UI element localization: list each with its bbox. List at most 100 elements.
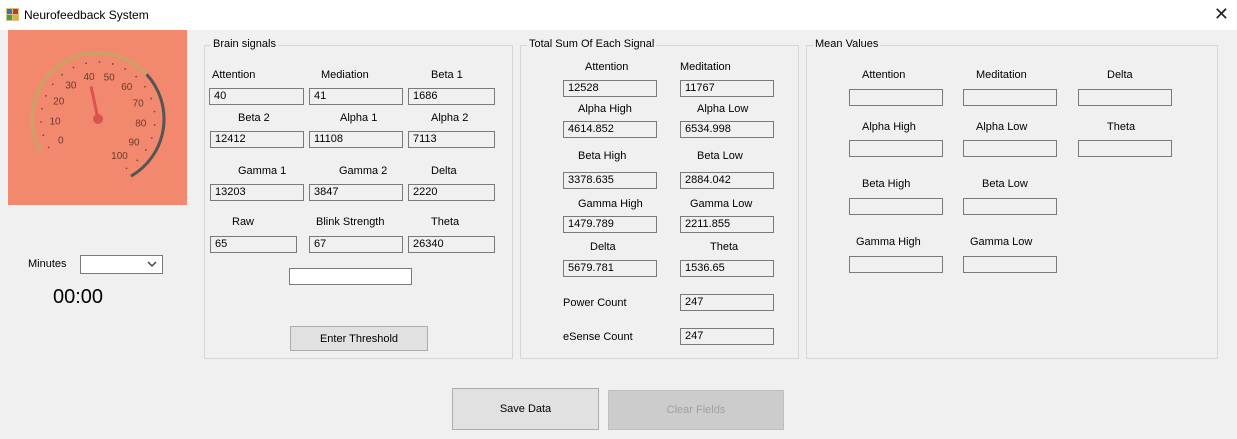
total-label-alpha-high: Alpha High [578,103,632,115]
brain-label-beta2: Beta 2 [238,112,270,124]
total-label-gamma-low: Gamma Low [690,198,753,210]
mean-field-meditation[interactable] [963,89,1057,106]
total-field-gamma-high[interactable]: 1479.789 [563,216,657,233]
gauge-tick-label: 30 [65,81,77,92]
total-field-attention[interactable]: 12528 [563,80,657,97]
minutes-dropdown[interactable] [80,255,163,274]
gauge-tick [51,83,54,86]
attention-gauge: 0 10 20 30 40 50 60 70 80 90 100 [8,30,187,205]
mean-field-gamma-low[interactable] [963,256,1057,273]
gauge-tick [45,94,47,97]
total-field-gamma-low[interactable]: 2211.855 [680,216,774,233]
gauge-tick [144,149,147,151]
total-label-theta: Theta [710,241,739,253]
gauge-tick [98,61,101,63]
brain-label-attention: Attention [212,69,256,81]
gauge-tick [150,97,153,100]
mean-field-attention[interactable] [849,89,943,106]
mean-field-gamma-high[interactable] [849,256,943,273]
mean-label-beta-low: Beta Low [982,178,1028,190]
chevron-down-icon[interactable] [145,257,159,272]
brain-field-delta[interactable]: 2220 [408,184,495,201]
brain-label-raw: Raw [232,216,255,228]
brain-field-attention[interactable]: 40 [209,88,304,105]
total-field-alpha-low[interactable]: 6534.998 [680,121,774,138]
close-icon[interactable]: ✕ [1214,4,1229,24]
total-field-delta[interactable]: 5679.781 [563,260,657,277]
gauge-tick [41,107,43,110]
brain-field-alpha1[interactable]: 11108 [309,131,403,148]
gauge-tick [150,137,153,139]
mean-label-gamma-low: Gamma Low [970,236,1033,248]
mean-label-delta: Delta [1107,69,1133,81]
total-field-beta-high[interactable]: 3378.635 [563,172,657,189]
threshold-input[interactable] [289,268,412,285]
timer-display: 00:00 [53,286,104,308]
mean-field-alpha-high[interactable] [849,140,943,157]
brain-field-raw[interactable]: 65 [210,236,297,253]
app-icon [6,8,19,21]
brain-field-alpha2[interactable]: 7113 [408,131,495,148]
mean-label-theta: Theta [1107,121,1136,133]
mean-label-meditation: Meditation [976,69,1027,81]
brain-label-blink-strength: Blink Strength [316,216,385,228]
total-label-gamma-high: Gamma High [578,198,643,210]
mean-field-beta-high[interactable] [849,198,943,215]
gauge-tick-label: 50 [104,72,116,83]
gauge-tick-label: 20 [53,97,65,108]
gauge-tick [42,134,45,137]
gauge-tick [153,110,156,113]
minutes-label: Minutes [28,258,67,270]
mean-field-delta[interactable] [1078,89,1172,106]
total-label-beta-low: Beta Low [697,150,743,162]
gauge-tick-label: 60 [121,82,133,93]
brain-label-alpha2: Alpha 2 [431,112,469,124]
mean-label-alpha-low: Alpha Low [976,121,1028,133]
total-label-alpha-low: Alpha Low [697,103,749,115]
mean-label-attention: Attention [862,69,906,81]
gauge-tick-label: 90 [129,137,141,148]
mean-field-alpha-low[interactable] [963,140,1057,157]
brain-field-mediation[interactable]: 41 [309,88,403,105]
total-field-alpha-high[interactable]: 4614.852 [563,121,657,138]
brain-label-alpha1: Alpha 1 [340,112,378,124]
gauge-tick [47,146,50,149]
mean-label-gamma-high: Gamma High [856,236,921,248]
power-count-field[interactable]: 247 [680,294,774,311]
gauge-tick [125,167,128,170]
total-field-meditation[interactable]: 11767 [680,80,774,97]
brain-label-mediation: Mediation [321,69,369,81]
gauge-tick [136,159,139,162]
clear-fields-button[interactable]: Clear Fields [608,390,784,430]
esense-count-field[interactable]: 247 [680,328,774,345]
gauge-tick [153,124,156,126]
gauge-tick-label: 80 [135,118,147,129]
enter-threshold-button[interactable]: Enter Threshold [290,326,428,351]
gauge-tick [85,62,88,65]
save-data-button[interactable]: Save Data [452,388,599,430]
total-label-beta-high: Beta High [578,150,627,162]
title-bar: Neurofeedback System ✕ [0,0,1237,30]
mean-field-theta[interactable] [1078,140,1172,157]
mean-values-title: Mean Values [813,38,881,50]
esense-count-label: eSense Count [563,331,633,343]
mean-field-beta-low[interactable] [963,198,1057,215]
gauge-tick [72,66,75,69]
gauge-tick [124,68,127,70]
brain-field-gamma1[interactable]: 13203 [210,184,304,201]
gauge-dial: 010203040 5060708090100 [30,51,166,178]
brain-signals-title: Brain signals [211,38,278,50]
total-field-beta-low[interactable]: 2884.042 [680,172,774,189]
gauge-tick [135,75,138,78]
brain-field-gamma2[interactable]: 3847 [309,184,403,201]
brain-field-beta1[interactable]: 1686 [408,88,495,105]
total-label-attention: Attention [585,61,629,73]
total-field-theta[interactable]: 1536.65 [680,260,774,277]
brain-field-beta2[interactable]: 12412 [210,131,304,148]
total-label-meditation: Meditation [680,61,731,73]
gauge-tick-label: 70 [133,99,145,110]
brain-field-theta[interactable]: 26340 [408,236,495,253]
mean-label-beta-high: Beta High [862,178,911,190]
brain-field-blink-strength[interactable]: 67 [309,236,403,253]
total-sum-title: Total Sum Of Each Signal [527,38,657,50]
